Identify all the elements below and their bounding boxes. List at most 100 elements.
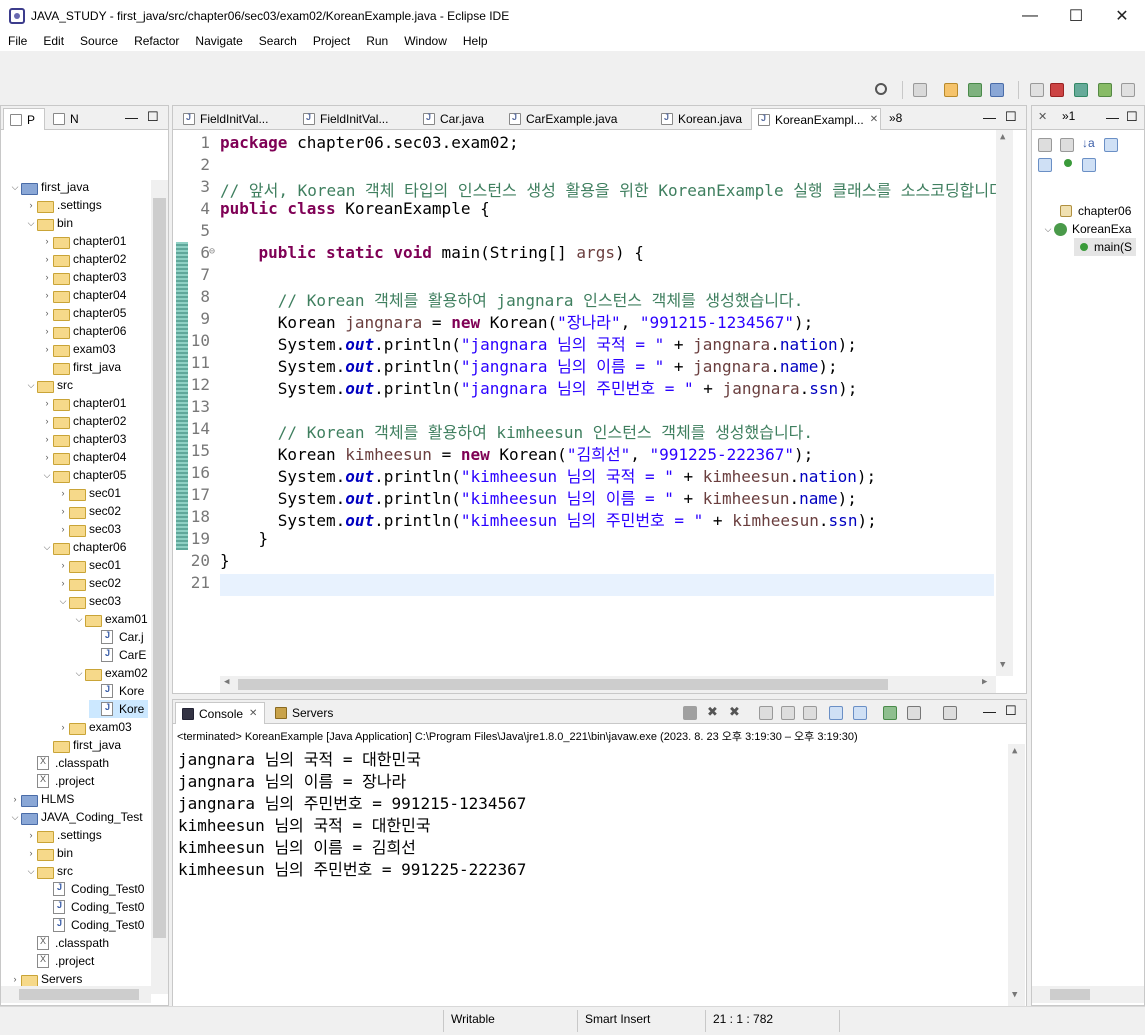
scroll-right-icon[interactable]: ▶ — [982, 677, 987, 687]
chevron-down-icon[interactable]: ⌵ — [41, 542, 53, 553]
tab-package-explorer[interactable]: P — [3, 108, 45, 130]
remove-launch-icon[interactable]: ✖ — [707, 704, 718, 720]
tab-koreanexample-java[interactable]: KoreanExampl...✕ — [751, 108, 881, 130]
tab-navigator[interactable]: N — [47, 108, 89, 130]
menu-window[interactable]: Window — [396, 34, 455, 48]
tree-item[interactable]: .project — [25, 952, 94, 970]
chevron-right-icon[interactable]: › — [25, 830, 37, 840]
chevron-right-icon[interactable]: › — [41, 416, 53, 426]
tree-item[interactable]: ⌵ JAVA_Coding_Test — [9, 808, 143, 826]
tree-item[interactable]: › exam03 — [41, 340, 116, 358]
hide-static-icon[interactable] — [1038, 158, 1052, 172]
menu-edit[interactable]: Edit — [35, 34, 72, 48]
show-on-stdout-icon[interactable] — [829, 706, 843, 720]
tree-item[interactable]: › exam03 — [57, 718, 132, 736]
tab-console[interactable]: Console ✕ — [175, 702, 265, 724]
tree-item[interactable]: ⌵ exam02 — [73, 664, 148, 682]
tab-fieldinitval-1[interactable]: FieldInitVal... — [177, 108, 293, 130]
tree-item[interactable]: ⌵ first_java — [9, 178, 89, 196]
tree-item[interactable]: › chapter06 — [41, 322, 126, 340]
word-wrap-icon[interactable] — [803, 706, 817, 720]
scroll-down-icon[interactable]: ▼ — [1012, 990, 1017, 1000]
chevron-down-icon[interactable]: ⌵ — [73, 614, 85, 625]
tree-vertical-scrollbar[interactable] — [151, 180, 168, 994]
console-output[interactable]: jangnara 님의 국적 = 대한민국 jangnara 님의 이름 = 장나… — [174, 744, 1025, 1006]
collapse-all-icon[interactable] — [1060, 138, 1074, 152]
menu-file[interactable]: File — [0, 34, 35, 48]
chevron-down-icon[interactable]: ⌵ — [25, 380, 37, 391]
tab-carexample-java[interactable]: CarExample.java — [503, 108, 651, 130]
git-perspective-icon[interactable] — [1050, 83, 1064, 97]
chevron-right-icon[interactable]: › — [41, 254, 53, 264]
scroll-up-icon[interactable]: ▲ — [1012, 746, 1017, 756]
tree-item[interactable]: › .settings — [25, 826, 102, 844]
status-insert-mode[interactable]: Smart Insert — [585, 1012, 650, 1026]
debug-perspective-icon[interactable] — [968, 83, 982, 97]
tree-item[interactable]: › chapter03 — [41, 268, 126, 286]
tree-item[interactable]: › chapter03 — [41, 430, 126, 448]
chevron-right-icon[interactable]: › — [41, 290, 53, 300]
console-vertical-scrollbar[interactable]: ▲ ▼ — [1008, 744, 1025, 1006]
close-tab-icon[interactable]: ✕ — [249, 708, 257, 719]
show-on-stderr-icon[interactable] — [853, 706, 867, 720]
code-editor[interactable]: 1 package chapter06.sec03.exam02; 2 3 // 앞서,… — [174, 130, 1025, 693]
chevron-right-icon[interactable]: › — [57, 524, 69, 534]
menu-help[interactable]: Help — [455, 34, 496, 48]
chevron-right-icon[interactable]: › — [41, 434, 53, 444]
editor-horizontal-scrollbar[interactable]: ◀ ▶ — [220, 676, 996, 693]
hide-non-public-icon[interactable] — [1064, 159, 1072, 167]
chevron-right-icon[interactable]: › — [41, 398, 53, 408]
tree-item[interactable]: › sec02 — [57, 502, 121, 520]
tab-servers[interactable]: Servers — [269, 702, 349, 724]
restore-icon[interactable] — [1030, 83, 1044, 97]
chevron-right-icon[interactable]: › — [9, 794, 21, 804]
open-console-icon[interactable] — [943, 706, 957, 720]
scroll-up-icon[interactable]: ▲ — [1000, 132, 1005, 142]
minimize-console-icon[interactable]: — — [983, 704, 996, 719]
tree-item[interactable]: › .settings — [25, 196, 102, 214]
team-perspective-icon[interactable] — [1074, 83, 1088, 97]
resource-perspective-icon[interactable] — [1121, 83, 1135, 97]
tree-item[interactable]: › chapter01 — [41, 394, 126, 412]
outline-item-method[interactable]: main(S — [1074, 238, 1137, 256]
tree-item[interactable]: › chapter01 — [41, 232, 126, 250]
chevron-right-icon[interactable]: › — [25, 200, 37, 210]
scroll-left-icon[interactable]: ◀ — [224, 677, 229, 687]
scroll-lock-icon[interactable] — [781, 706, 795, 720]
chevron-down-icon[interactable]: ⌵ — [25, 218, 37, 229]
chevron-down-icon[interactable]: ⌵ — [9, 182, 21, 193]
menu-refactor[interactable]: Refactor — [126, 34, 187, 48]
close-tab-icon[interactable]: ✕ — [870, 114, 878, 125]
clear-console-icon[interactable] — [759, 706, 773, 720]
tree-item[interactable]: ⌵ bin — [25, 214, 73, 232]
tree-item[interactable]: Coding_Test0 — [41, 916, 144, 934]
chevron-down-icon[interactable]: ⌵ — [9, 812, 21, 823]
chevron-right-icon[interactable]: › — [57, 506, 69, 516]
tree-item[interactable]: CarE — [89, 646, 146, 664]
tree-item[interactable]: first_java — [41, 736, 121, 754]
maximize-console-icon[interactable]: ☐ — [1005, 703, 1017, 719]
tree-item[interactable]: .classpath — [25, 934, 109, 952]
tree-item[interactable]: › sec02 — [57, 574, 121, 592]
tree-item[interactable]: › chapter05 — [41, 304, 126, 322]
open-perspective-icon[interactable] — [913, 83, 927, 97]
fold-marker-icon[interactable]: ⊖ — [209, 246, 215, 257]
chevron-right-icon[interactable]: › — [41, 452, 53, 462]
outline-horizontal-scrollbar[interactable] — [1032, 986, 1144, 1003]
tree-item[interactable]: .project — [25, 772, 94, 790]
chevron-right-icon[interactable]: › — [25, 848, 37, 858]
chevron-down-icon[interactable]: ⌵ — [1042, 224, 1054, 235]
maximize-button[interactable]: ☐ — [1053, 0, 1099, 31]
pin-console-icon[interactable] — [883, 706, 897, 720]
maximize-view-icon[interactable]: ☐ — [147, 109, 159, 125]
scrollbar-thumb[interactable] — [19, 989, 139, 1000]
chevron-right-icon[interactable]: › — [41, 344, 53, 354]
sort-icon[interactable]: ↓a — [1082, 136, 1095, 150]
tree-item[interactable]: › sec03 — [57, 520, 121, 538]
terminate-icon[interactable] — [683, 706, 697, 720]
scrollbar-thumb[interactable] — [1050, 989, 1090, 1000]
menu-source[interactable]: Source — [72, 34, 126, 48]
tab-korean-java[interactable]: Korean.java — [655, 108, 747, 130]
chevron-down-icon[interactable]: ⌵ — [41, 470, 53, 481]
chevron-right-icon[interactable]: › — [57, 488, 69, 498]
